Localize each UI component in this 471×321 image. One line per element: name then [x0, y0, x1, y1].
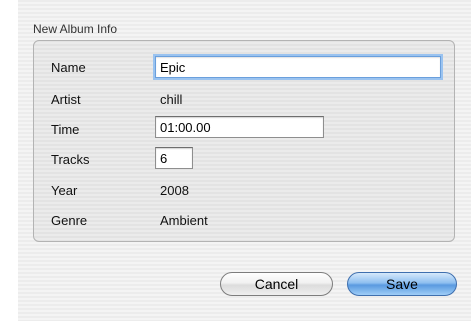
- artist-label: Artist: [51, 92, 81, 107]
- cancel-button[interactable]: Cancel: [220, 272, 333, 296]
- name-field[interactable]: [155, 56, 441, 78]
- group-title: New Album Info: [33, 22, 118, 36]
- time-label: Time: [51, 122, 80, 137]
- time-field[interactable]: [155, 116, 324, 138]
- save-button[interactable]: Save: [347, 272, 457, 296]
- year-value: 2008: [160, 183, 189, 198]
- tracks-field[interactable]: [155, 147, 193, 169]
- artist-value: chill: [160, 92, 183, 107]
- year-label: Year: [51, 183, 78, 198]
- name-label: Name: [51, 60, 86, 75]
- genre-label: Genre: [51, 213, 88, 228]
- genre-value: Ambient: [160, 213, 208, 228]
- tracks-label: Tracks: [51, 152, 90, 167]
